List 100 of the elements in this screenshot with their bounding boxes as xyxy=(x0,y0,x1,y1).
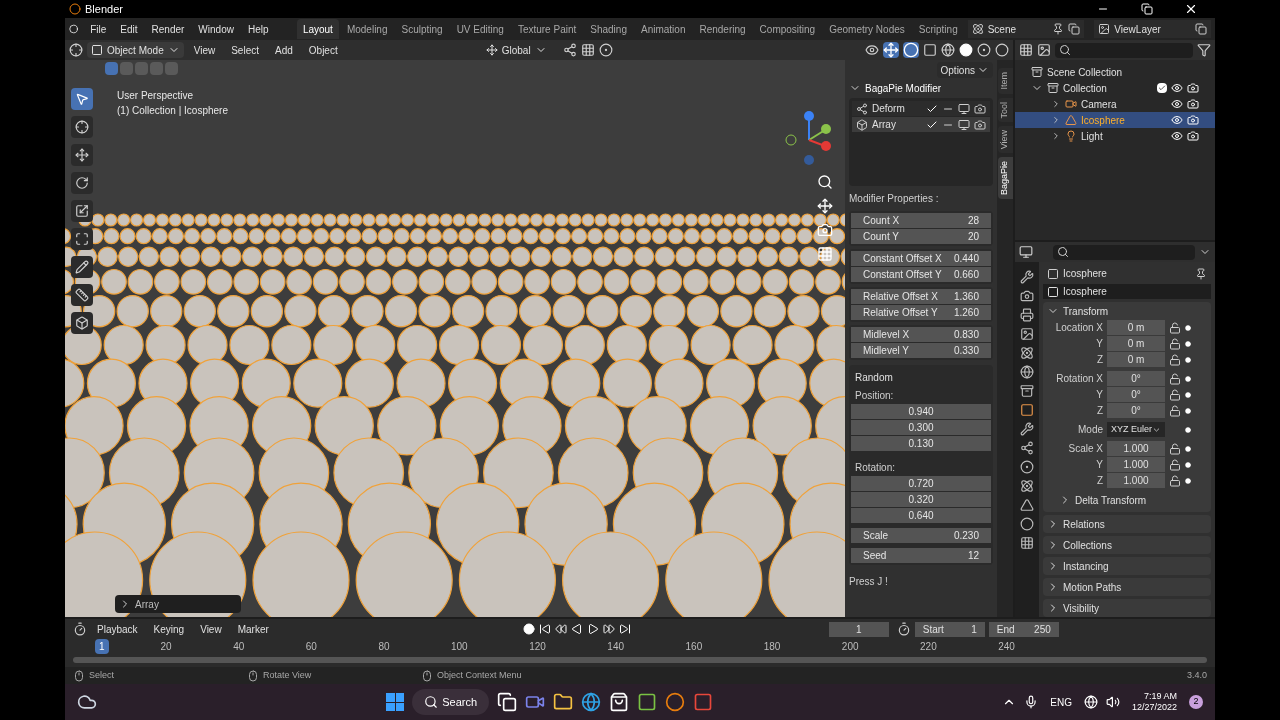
number-field[interactable]: 0.300 xyxy=(851,420,991,435)
workspace-tab[interactable]: Geometry Nodes xyxy=(823,19,911,39)
menu-item[interactable]: Edit xyxy=(114,21,144,37)
number-field[interactable]: 0.130 xyxy=(851,436,991,451)
keyframe-icon[interactable] xyxy=(1185,324,1191,331)
store-icon[interactable] xyxy=(609,692,630,712)
number-field[interactable]: 0° xyxy=(1107,387,1165,403)
number-field[interactable]: 0° xyxy=(1107,403,1165,419)
orientation-dropdown[interactable]: Global xyxy=(481,42,551,58)
number-field[interactable]: 1.000 xyxy=(1107,441,1165,457)
filter-icon[interactable] xyxy=(1197,43,1211,57)
camera-icon[interactable] xyxy=(1020,289,1034,303)
tool-button[interactable] xyxy=(71,144,93,166)
number-field[interactable]: 0.640 xyxy=(851,508,991,523)
previous-keyframe-icon[interactable] xyxy=(554,623,567,635)
keyframe-icon[interactable] xyxy=(1185,407,1191,414)
visibility-icon[interactable] xyxy=(865,43,879,57)
collection-icon[interactable] xyxy=(1020,384,1034,398)
camera-view-icon[interactable] xyxy=(817,222,833,238)
number-field[interactable]: 0 m xyxy=(1107,320,1165,336)
number-field[interactable]: Relative Offset Y 1.260 xyxy=(851,305,991,320)
timer-icon[interactable] xyxy=(896,622,911,636)
timeline-menu-item[interactable]: Marker xyxy=(231,621,275,637)
mode-dropdown[interactable]: Object Mode xyxy=(87,42,184,58)
timeline-menu-item[interactable]: Keying xyxy=(147,621,191,637)
tool-button[interactable] xyxy=(71,256,93,278)
menu-item[interactable]: Help xyxy=(241,21,275,37)
viewport-menu-item[interactable]: View xyxy=(187,42,222,58)
outliner-row[interactable]: Camera xyxy=(1015,96,1215,112)
number-field[interactable]: 0 m xyxy=(1107,336,1165,352)
tree-item[interactable]: Collection xyxy=(1063,80,1153,96)
lock-icon[interactable] xyxy=(1169,353,1181,366)
lock-icon[interactable] xyxy=(1169,404,1181,417)
tool-button[interactable] xyxy=(71,312,93,334)
task-view-icon[interactable] xyxy=(497,692,518,712)
workspace-tab[interactable]: UV Editing xyxy=(450,19,510,39)
number-field[interactable]: 0.940 xyxy=(851,404,991,419)
language-indicator[interactable]: ENG xyxy=(1046,694,1076,710)
workspace-tab[interactable]: Sculpting xyxy=(395,19,449,39)
tool-button[interactable] xyxy=(71,116,93,138)
eye-icon[interactable] xyxy=(1171,82,1183,94)
next-keyframe-icon[interactable] xyxy=(602,623,615,635)
navigation-gizmo-icon[interactable] xyxy=(785,110,833,166)
workspace-tab[interactable]: Animation xyxy=(634,19,692,39)
keyframe-icon[interactable] xyxy=(1185,461,1191,468)
panel-header[interactable]: Transform xyxy=(1063,303,1109,319)
viewport-menu-item[interactable]: Add xyxy=(269,42,299,58)
start-button[interactable] xyxy=(386,693,405,711)
keyframe-icon[interactable] xyxy=(1185,445,1191,452)
search-field[interactable] xyxy=(1055,42,1193,58)
object-name-field[interactable]: Icosphere xyxy=(1043,284,1211,300)
workspace-tab[interactable]: Rendering xyxy=(693,19,752,39)
lock-icon[interactable] xyxy=(1169,388,1181,401)
outliner-row[interactable]: Icosphere xyxy=(1015,112,1215,128)
workspace-tab[interactable]: Layout xyxy=(296,19,339,39)
playhead[interactable]: 1 xyxy=(95,638,109,654)
timeline-menu-item[interactable]: View xyxy=(194,621,228,637)
menu-item[interactable]: File xyxy=(84,21,113,37)
zoom-icon[interactable] xyxy=(817,174,833,190)
number-field[interactable]: 1.000 xyxy=(1107,473,1165,489)
microphone-icon[interactable] xyxy=(1024,695,1039,709)
lock-icon[interactable] xyxy=(1169,442,1181,455)
tool-button[interactable] xyxy=(71,200,93,222)
view-layer-selector[interactable]: ViewLayer xyxy=(1094,20,1211,38)
weather-icon[interactable] xyxy=(77,692,97,712)
lock-icon[interactable] xyxy=(1169,458,1181,471)
keyframe-icon[interactable] xyxy=(1185,356,1191,363)
browser-icon[interactable] xyxy=(581,692,602,712)
tool-button[interactable] xyxy=(71,284,93,306)
keyframe-icon[interactable] xyxy=(1185,477,1191,484)
number-field[interactable]: Constant Offset X 0.440 xyxy=(851,251,991,266)
taskbar-search[interactable]: Search xyxy=(412,689,490,715)
search-field[interactable] xyxy=(1053,244,1195,260)
image-icon[interactable] xyxy=(1020,327,1034,341)
timeline-menu-item[interactable]: Playback xyxy=(91,621,144,637)
keyframe-icon[interactable] xyxy=(1185,391,1191,398)
include-checkbox[interactable] xyxy=(1157,83,1167,93)
lock-icon[interactable] xyxy=(1169,337,1181,350)
wrench-icon[interactable] xyxy=(1020,422,1034,436)
outliner-row[interactable]: Light xyxy=(1015,128,1215,144)
collapsed-panel[interactable]: Visibility xyxy=(1043,599,1211,617)
collapsed-panel[interactable]: Motion Paths xyxy=(1043,578,1211,597)
last-operation-label[interactable]: Array xyxy=(135,596,159,612)
jump-end-icon[interactable] xyxy=(618,623,631,635)
number-field[interactable]: Count X 28 xyxy=(851,213,991,228)
keyframe-icon[interactable] xyxy=(1185,375,1191,382)
collapsed-panel[interactable]: Instancing xyxy=(1043,557,1211,576)
keyframe-icon[interactable] xyxy=(1185,426,1191,433)
globe-icon[interactable] xyxy=(1020,365,1034,379)
viewport-menu-item[interactable]: Object xyxy=(302,42,344,58)
modifier-row[interactable]: Deform xyxy=(852,101,990,116)
number-field[interactable]: Scale 0.230 xyxy=(851,528,991,543)
frame-field[interactable]: 1 xyxy=(828,621,889,637)
record-icon[interactable] xyxy=(522,623,535,635)
menu-item[interactable]: Render xyxy=(145,21,191,37)
pan-icon[interactable] xyxy=(817,198,833,214)
sidebar-tab[interactable]: Item xyxy=(997,68,1013,94)
lock-icon[interactable] xyxy=(1169,474,1181,487)
network-icon[interactable] xyxy=(1083,695,1098,709)
play-icon[interactable] xyxy=(586,623,599,635)
